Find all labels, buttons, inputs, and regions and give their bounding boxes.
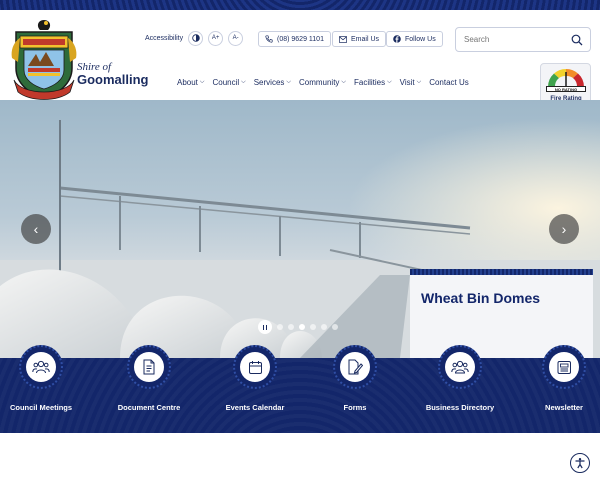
phone-icon [265,35,273,43]
hero-carousel: ‹ › Wheat Bin Domes [0,100,600,358]
calendar-icon [248,360,262,374]
form-edit-icon [348,359,363,375]
quick-link-disc [340,352,370,382]
nav-item-community[interactable]: Community ⌵ [299,78,346,87]
page: Shire of Goomalling Accessibility A+ A- … [0,0,600,480]
chevron-down-icon: ⌵ [387,79,392,85]
chevron-left-icon: ‹ [33,221,39,237]
contrast-toggle-button[interactable] [188,30,204,46]
brand-wordmark[interactable]: Shire of Goomalling [77,61,149,87]
site-header: Shire of Goomalling Accessibility A+ A- … [0,10,600,107]
fire-danger-gauge-icon [547,68,585,87]
chevron-down-icon: ⌵ [241,79,246,85]
pause-icon-bar [265,324,268,330]
chevron-down-icon: ⌵ [341,79,346,85]
chevron-down-icon: ⌵ [286,79,291,85]
quick-link-label: Business Directory [425,403,495,412]
quick-link-disc [445,352,475,382]
chevron-down-icon: ⌵ [416,79,422,85]
caption-pattern-stripe [410,269,593,275]
search-input[interactable] [464,35,564,44]
nav-label: Facilities [353,78,386,87]
quick-link-label: Forms [343,403,367,412]
document-icon [143,359,155,375]
quick-link-label: Events Calendar [225,403,285,412]
font-increase-button[interactable]: A+ [208,30,224,46]
phone-button[interactable]: (08) 9629 1101 [258,31,331,47]
main-navigation: About ⌵ Council ⌵ Services ⌵ Community ⌵… [177,78,477,87]
brand-name: Goomalling [77,72,149,87]
quick-link-forms[interactable]: Forms [305,345,405,433]
carousel-dot[interactable] [310,324,316,330]
nav-item-about[interactable]: About ⌵ [177,78,204,87]
quick-link-label: Newsletter [545,403,583,412]
nav-item-services[interactable]: Services ⌵ [254,78,291,87]
nav-item-council[interactable]: Council ⌵ [212,78,245,87]
quick-link-label: Council Meetings [9,403,73,412]
quick-links-bar: Council Meetings Document Centre Events … [0,345,600,433]
nav-label: Services [253,78,285,87]
shire-crest-logo[interactable] [10,18,78,100]
top-pattern-band [0,0,600,10]
carousel-indicators [258,320,343,334]
carousel-dot-active[interactable] [299,324,305,330]
follow-us-button[interactable]: Follow Us [386,31,443,47]
email-label: Email Us [351,35,380,43]
mail-icon [339,35,347,43]
nav-item-visit[interactable]: Visit ⌵ [400,78,422,87]
quick-link-disc [240,352,270,382]
accessibility-label: Accessibility [145,34,184,42]
search-box [455,27,591,52]
nav-label: Community [298,78,340,87]
quick-link-disc [549,352,579,382]
nav-label: Visit [399,78,415,87]
slide-title[interactable]: Wheat Bin Domes [421,290,540,306]
chevron-right-icon: › [561,221,567,237]
contrast-icon [191,34,200,42]
font-decrease-button[interactable]: A- [228,30,244,46]
email-us-button[interactable]: Email Us [332,31,387,47]
carousel-next-button[interactable]: › [549,214,579,244]
people-icon [32,360,50,374]
nav-label: Contact Us [429,78,469,87]
quick-link-document-centre[interactable]: Document Centre [99,345,199,433]
quick-link-council-meetings[interactable]: Council Meetings [0,345,91,433]
newsletter-icon [557,360,571,374]
nav-item-facilities[interactable]: Facilities ⌵ [354,78,392,87]
carousel-dot[interactable] [277,324,283,330]
carousel-prev-button[interactable]: ‹ [21,214,51,244]
accessibility-icon [575,458,585,469]
nav-item-contact-us[interactable]: Contact Us [429,78,469,87]
accessibility-controls: Accessibility A+ A- [145,29,248,47]
quick-link-business-directory[interactable]: Business Directory [410,345,510,433]
quick-link-events-calendar[interactable]: Events Calendar [205,345,305,433]
carousel-dot[interactable] [288,324,294,330]
fire-rating-value: NO RATING [546,86,586,92]
pause-icon-bar [262,324,265,330]
nav-label: Council [212,78,240,87]
accessibility-widget-button[interactable] [570,453,590,473]
business-people-icon [451,360,469,374]
quick-link-disc [134,352,164,382]
quick-link-disc [26,352,56,382]
carousel-dot[interactable] [321,324,327,330]
carousel-dot[interactable] [332,324,338,330]
quick-link-newsletter[interactable]: Newsletter [514,345,600,433]
nav-label: About [177,78,198,87]
phone-number: (08) 9629 1101 [277,35,324,43]
carousel-pause-button[interactable] [258,320,272,334]
follow-label: Follow Us [405,35,436,43]
chevron-down-icon: ⌵ [199,79,205,85]
search-icon[interactable] [571,34,583,46]
facebook-icon [393,35,401,43]
quick-link-label: Document Centre [117,403,181,412]
